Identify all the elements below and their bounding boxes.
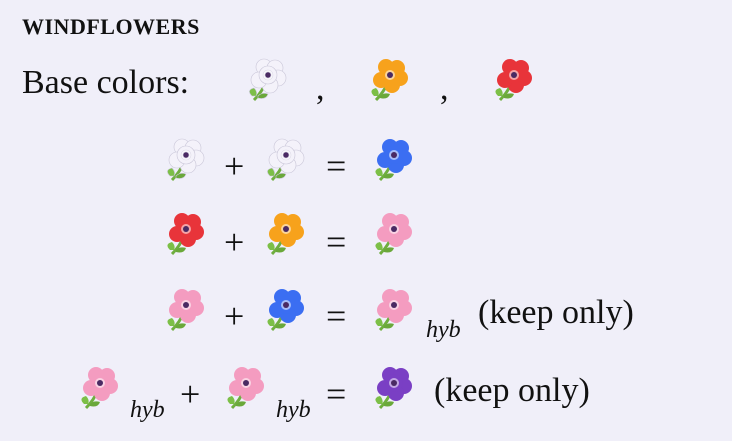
keep-only-note: (keep only)	[434, 372, 590, 409]
orange-windflower-icon	[262, 210, 308, 258]
pink-windflower-icon	[370, 210, 416, 258]
equals-sign: =	[326, 222, 347, 262]
blue-windflower-icon	[370, 136, 416, 184]
equals-sign: =	[326, 296, 347, 336]
red-windflower-icon	[162, 210, 208, 258]
hybrid-label: hyb	[426, 317, 461, 343]
equals-sign: =	[326, 374, 347, 414]
separator: ,	[316, 70, 325, 107]
equals-sign: =	[326, 146, 347, 186]
orange-windflower-icon	[366, 56, 412, 104]
plus-sign: +	[224, 222, 245, 262]
hybrid-label: hyb	[276, 397, 311, 423]
blue-windflower-icon	[262, 286, 308, 334]
separator: ,	[440, 70, 449, 107]
purple-windflower-icon	[370, 364, 416, 412]
hybrid-label: hyb	[130, 397, 165, 423]
pink-windflower-icon	[162, 286, 208, 334]
pink-windflower-hyb-icon	[222, 364, 268, 412]
page-title: WINDFLOWERS	[22, 14, 200, 39]
keep-only-note: (keep only)	[478, 294, 634, 331]
plus-sign: +	[224, 146, 245, 186]
white-windflower-icon	[162, 136, 208, 184]
plus-sign: +	[180, 374, 201, 414]
plus-sign: +	[224, 296, 245, 336]
white-windflower-icon	[262, 136, 308, 184]
pink-windflower-hyb-icon	[370, 286, 416, 334]
base-colors-label: Base colors:	[22, 64, 190, 101]
pink-windflower-hyb-icon	[76, 364, 122, 412]
white-windflower-icon	[244, 56, 290, 104]
red-windflower-icon	[490, 56, 536, 104]
